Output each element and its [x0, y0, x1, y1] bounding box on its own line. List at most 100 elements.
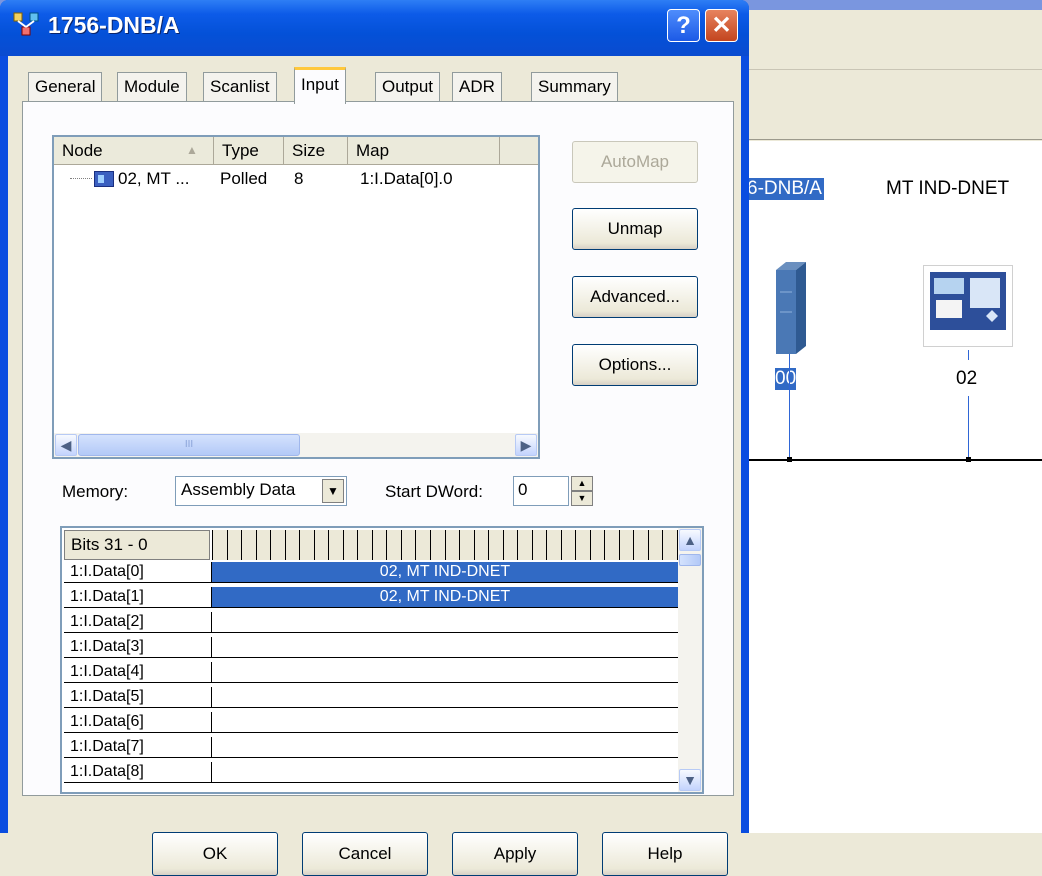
bit-map-grid[interactable]: Bits 31 - 0 1:I.Data[0] 02, MT IND-DNET 1:… — [60, 526, 704, 794]
vertical-scrollbar[interactable]: ▲ ▼ — [678, 528, 702, 792]
apply-button[interactable]: Apply — [452, 832, 578, 876]
map-cell: 1:I.Data[0].0 — [360, 169, 453, 188]
bit-column — [400, 530, 416, 560]
row-label: 1:I.Data[8] — [64, 762, 212, 783]
start-dword-label: Start DWord: — [385, 482, 483, 501]
device-node-icon — [94, 171, 114, 187]
scroll-right-icon[interactable]: ▶ — [515, 434, 537, 456]
memory-label: Memory: — [62, 482, 129, 501]
network-canvas[interactable] — [740, 141, 1042, 833]
row-map-cell[interactable] — [212, 737, 678, 757]
device-module-icon[interactable] — [923, 265, 1013, 347]
memory-select[interactable]: Assembly Data ▼ — [175, 476, 347, 506]
bit-column — [502, 530, 518, 560]
column-map[interactable]: Map — [348, 137, 500, 164]
column-node[interactable]: Node ▲ — [54, 137, 214, 164]
bit-column — [618, 530, 634, 560]
scroll-down-icon[interactable]: ▼ — [679, 769, 701, 791]
start-dword-spinner[interactable]: ▲ ▼ — [571, 476, 593, 506]
table-row[interactable]: 1:I.Data[8] — [64, 762, 678, 783]
chevron-down-icon[interactable]: ▼ — [322, 479, 344, 503]
row-map-cell[interactable] — [212, 662, 678, 682]
dialog-body: General Module Scanlist Input Output ADR… — [8, 56, 741, 876]
bit-column — [560, 530, 576, 560]
help-question-icon[interactable]: ? — [667, 9, 700, 42]
tab-adr[interactable]: ADR — [452, 72, 502, 102]
table-row[interactable]: 1:I.Data[3] — [64, 637, 678, 658]
row-map-cell[interactable] — [212, 612, 678, 632]
unmap-button[interactable]: Unmap — [572, 208, 698, 250]
cancel-button[interactable]: Cancel — [302, 832, 428, 876]
bit-column — [459, 530, 474, 560]
tab-scanlist[interactable]: Scanlist — [203, 72, 277, 102]
table-row[interactable]: 1:I.Data[1] 02, MT IND-DNET — [64, 587, 678, 608]
bit-column — [633, 530, 648, 560]
list-item[interactable]: 02, MT ... Polled 8 1:I.Data[0].0 — [54, 167, 538, 191]
horizontal-scroll-thumb[interactable]: III — [78, 434, 300, 456]
column-size[interactable]: Size — [284, 137, 348, 164]
row-map-cell[interactable]: 02, MT IND-DNET — [212, 562, 678, 582]
node-cell: 02, MT ... — [118, 169, 190, 188]
row-map-cell[interactable] — [212, 637, 678, 657]
title-bar[interactable]: 1756-DNB/A ? ✕ — [0, 0, 749, 56]
sort-ascending-icon: ▲ — [186, 143, 198, 157]
bit-column — [313, 530, 329, 560]
bit-column — [357, 530, 372, 560]
tab-general[interactable]: General — [28, 72, 103, 102]
scroll-up-icon[interactable]: ▲ — [679, 529, 701, 551]
bit-column — [444, 530, 460, 560]
row-map-cell[interactable] — [212, 712, 678, 732]
row-map-cell[interactable] — [212, 687, 678, 707]
column-type[interactable]: Type — [214, 137, 284, 164]
table-row[interactable]: 1:I.Data[0] 02, MT IND-DNET — [64, 562, 678, 583]
bit-column — [473, 530, 489, 560]
vertical-scroll-thumb[interactable] — [679, 554, 701, 566]
bit-column — [589, 530, 605, 560]
row-map-cell[interactable] — [212, 762, 678, 782]
table-row[interactable]: 1:I.Data[2] — [64, 612, 678, 633]
bit-column — [386, 530, 401, 560]
scroll-left-icon[interactable]: ◀ — [55, 434, 77, 456]
tab-summary[interactable]: Summary — [531, 72, 618, 102]
memory-select-value: Assembly Data — [181, 480, 296, 499]
window-title: 1756-DNB/A — [48, 12, 180, 38]
table-row[interactable]: 1:I.Data[6] — [64, 712, 678, 733]
horizontal-scrollbar[interactable]: ◀ III ▶ — [54, 433, 538, 457]
tab-output[interactable]: Output — [375, 72, 441, 102]
scanner-device-label[interactable]: 6-DNB/A — [745, 178, 824, 200]
device-label[interactable]: MT IND-DNET — [886, 178, 1009, 200]
ok-button[interactable]: OK — [152, 832, 278, 876]
tab-module[interactable]: Module — [117, 72, 187, 102]
row-label: 1:I.Data[4] — [64, 662, 212, 683]
spin-up-icon[interactable]: ▲ — [571, 476, 593, 491]
bit-column — [255, 530, 271, 560]
bit-column — [342, 530, 358, 560]
bit-column — [531, 530, 547, 560]
table-row[interactable]: 1:I.Data[7] — [64, 737, 678, 758]
scanner-module-icon[interactable] — [772, 262, 806, 354]
list-header: Node ▲ Type Size Map — [54, 137, 538, 165]
device-node-number[interactable]: 02 — [956, 368, 977, 390]
table-row[interactable]: 1:I.Data[4] — [64, 662, 678, 683]
advanced-button[interactable]: Advanced... — [572, 276, 698, 318]
close-icon[interactable]: ✕ — [705, 9, 738, 42]
bit-column — [429, 530, 445, 560]
bit-column — [284, 530, 300, 560]
row-map-cell[interactable]: 02, MT IND-DNET — [212, 587, 678, 607]
help-button[interactable]: Help — [602, 832, 728, 876]
scanner-node-number[interactable]: 00 — [775, 368, 797, 390]
start-dword-input[interactable]: 0 — [513, 476, 569, 506]
options-button[interactable]: Options... — [572, 344, 698, 386]
bit-column — [328, 530, 343, 560]
scanner-tap-dot — [787, 457, 792, 462]
automap-button[interactable]: AutoMap — [572, 141, 698, 183]
table-row[interactable]: 1:I.Data[5] — [64, 687, 678, 708]
scanner-properties-dialog: 1756-DNB/A ? ✕ General Module Scanlist I… — [0, 0, 749, 876]
row-label: 1:I.Data[6] — [64, 712, 212, 733]
spin-down-icon[interactable]: ▼ — [571, 491, 593, 506]
row-label: 1:I.Data[5] — [64, 687, 212, 708]
device-drop-line-top — [968, 350, 969, 360]
tab-input[interactable]: Input — [294, 67, 346, 104]
size-cell: 8 — [294, 169, 304, 188]
input-node-list[interactable]: Node ▲ Type Size Map 02, MT ... Polled 8… — [52, 135, 540, 459]
